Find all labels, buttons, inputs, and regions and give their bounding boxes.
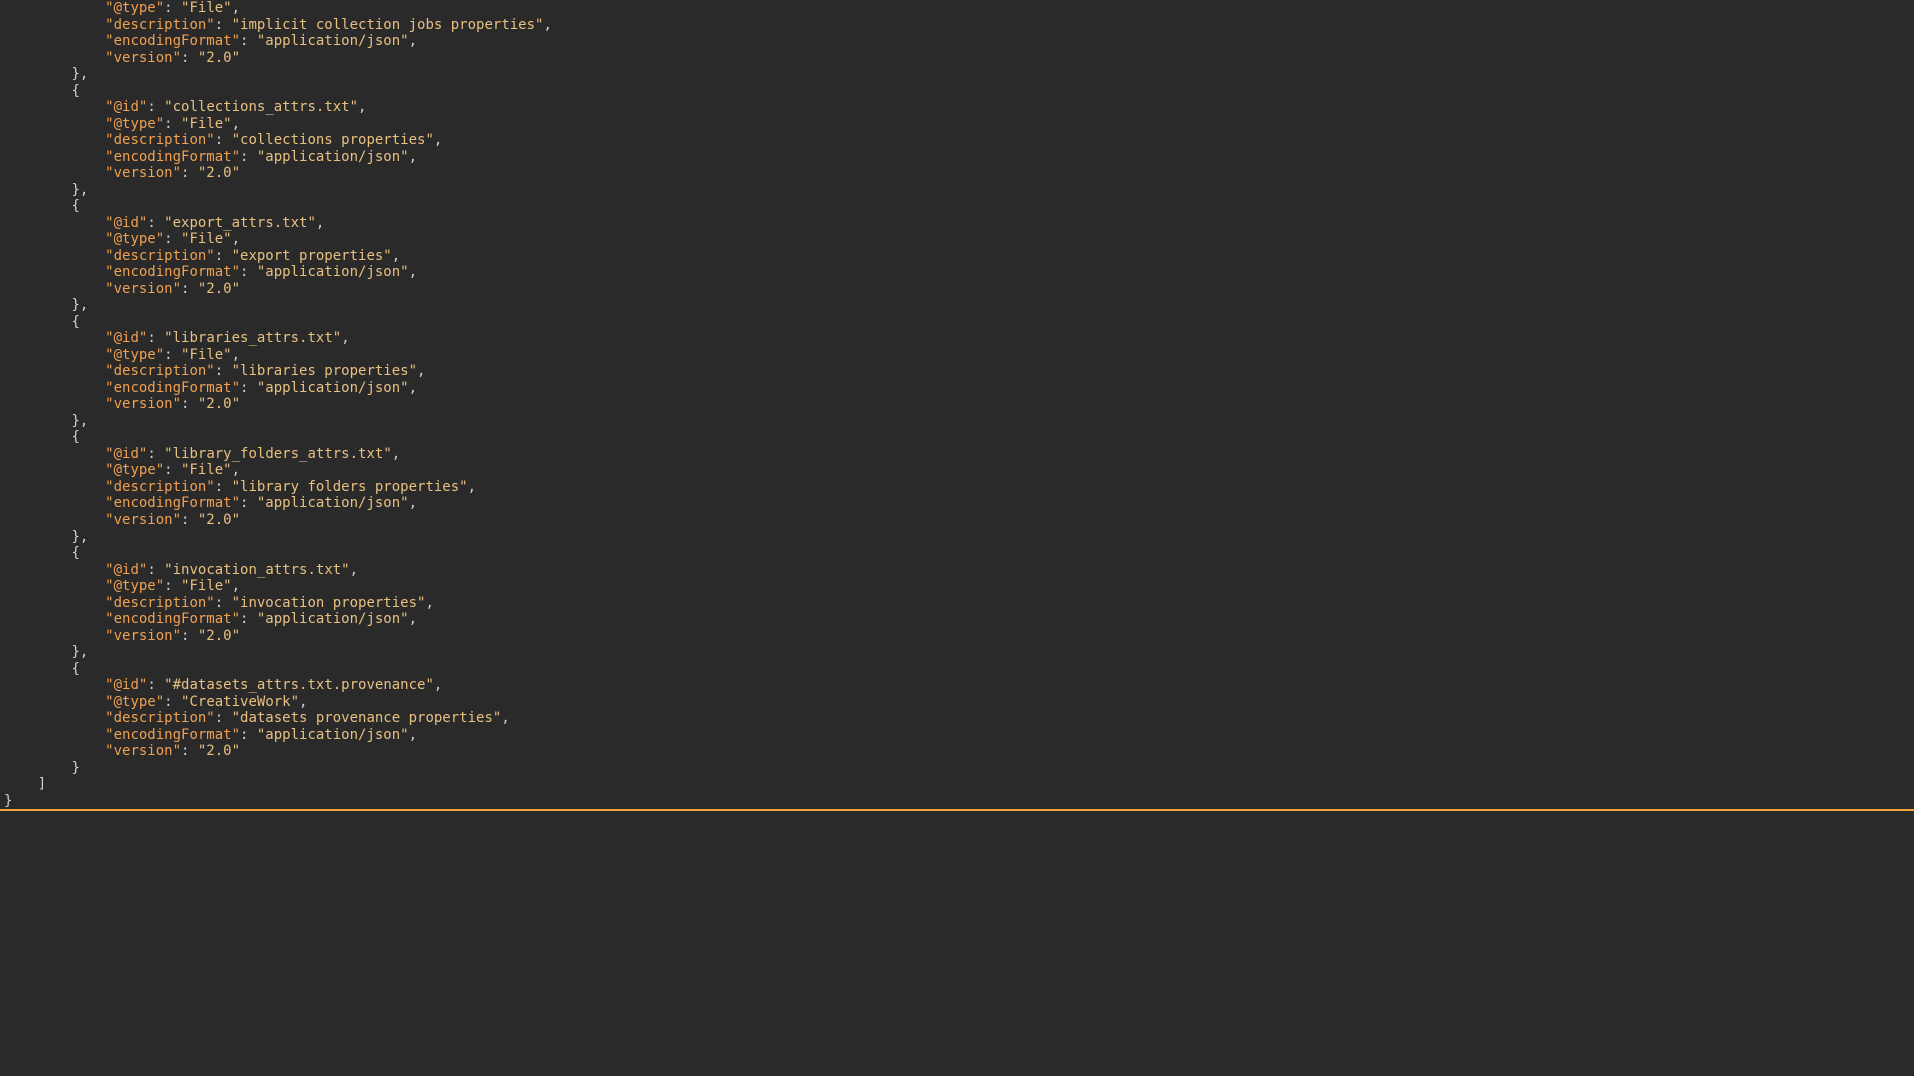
json-code-block[interactable]: "@type": "File", "description": "implici… bbox=[0, 0, 1914, 809]
bottom-divider bbox=[0, 809, 1914, 811]
